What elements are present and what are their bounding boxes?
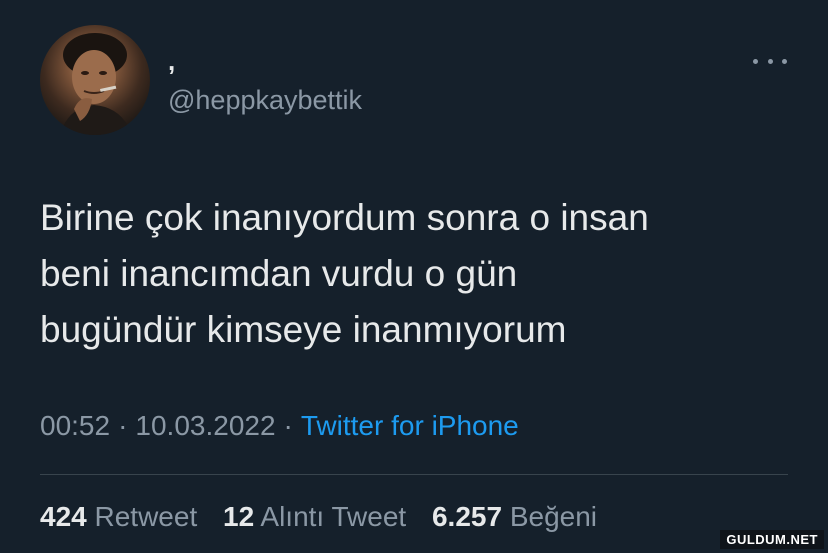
tweet-source-link[interactable]: Twitter for iPhone — [301, 410, 519, 441]
dot-icon — [753, 58, 758, 64]
tweet-time[interactable]: 00:52 — [40, 410, 110, 441]
separator: · — [118, 410, 128, 441]
tweet-stats: 424 Retweet 12 Alıntı Tweet 6.257 Beğeni — [40, 499, 615, 535]
more-options-icon[interactable] — [753, 50, 787, 72]
divider — [40, 474, 788, 475]
tweet-line: beni inancımdan vurdu o gün — [40, 253, 518, 294]
quote-count: 12 — [223, 501, 255, 532]
retweet-label: Retweet — [94, 501, 198, 532]
like-label: Beğeni — [509, 501, 598, 532]
retweet-count: 424 — [40, 501, 87, 532]
tweet-line: Birine çok inanıyordum sonra o insan — [40, 197, 649, 238]
likes-stat[interactable]: 6.257 Beğeni — [432, 501, 597, 532]
watermark: GULDUM.NET — [720, 530, 824, 549]
like-count: 6.257 — [431, 501, 503, 532]
quotes-stat[interactable]: 12 Alıntı Tweet — [223, 501, 406, 532]
retweets-stat[interactable]: 424 Retweet — [40, 501, 197, 532]
tweet-line: bugündür kimseye inanmıyorum — [40, 309, 567, 350]
tweet-meta: 00:52 · 10.03.2022 · Twitter for iPhone — [40, 408, 519, 444]
tweet-date[interactable]: 10.03.2022 — [135, 410, 275, 441]
tweet-text: Birine çok inanıyordum sonra o insan ben… — [40, 190, 800, 358]
dot-icon — [782, 58, 787, 64]
quote-label: Alıntı Tweet — [260, 501, 407, 532]
avatar[interactable] — [40, 25, 150, 135]
display-name[interactable]: , — [168, 46, 175, 76]
dot-icon — [767, 58, 773, 64]
separator: · — [283, 410, 293, 441]
user-handle[interactable]: @heppkaybettik — [168, 84, 362, 116]
